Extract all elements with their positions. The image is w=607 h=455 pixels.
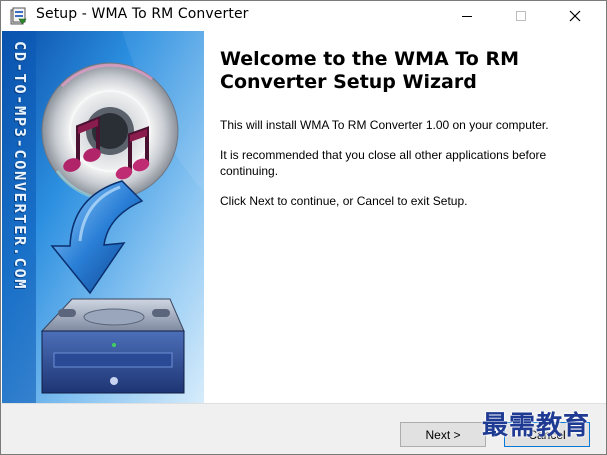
watermark-text: 最需教育 bbox=[482, 411, 591, 441]
minimize-icon bbox=[462, 15, 472, 17]
minimize-button[interactable] bbox=[444, 1, 490, 30]
maximize-button[interactable] bbox=[498, 1, 544, 30]
close-icon bbox=[569, 10, 581, 21]
title-bar[interactable]: Setup - WMA To RM Converter bbox=[1, 1, 606, 30]
maximize-icon bbox=[516, 10, 526, 21]
banner-vertical-text: CD-TO-MP3-CONVERTER.COM bbox=[7, 39, 33, 399]
wizard-content: Welcome to the WMA To RM Converter Setup… bbox=[204, 31, 606, 403]
setup-window: Setup - WMA To RM Converter CD-TO-MP3-CO… bbox=[0, 0, 607, 455]
cd-disc-graphic bbox=[41, 62, 179, 201]
window-title: Setup - WMA To RM Converter bbox=[36, 6, 249, 22]
hard-drive-graphic bbox=[40, 298, 185, 394]
setup-app-icon bbox=[10, 7, 27, 25]
install-paragraph: This will install WMA To RM Converter 1.… bbox=[220, 118, 549, 132]
banner-website-text: CD-TO-MP3-CONVERTER.COM bbox=[11, 41, 29, 291]
continue-paragraph: Click Next to continue, or Cancel to exi… bbox=[220, 194, 468, 208]
next-button[interactable]: Next > bbox=[400, 422, 486, 447]
wizard-heading: Welcome to the WMA To RM Converter Setup… bbox=[220, 48, 519, 93]
wizard-banner-image: CD-TO-MP3-CONVERTER.COM bbox=[2, 31, 204, 403]
close-button[interactable] bbox=[552, 1, 598, 30]
recommend-paragraph: It is recommended that you close all oth… bbox=[220, 148, 547, 178]
